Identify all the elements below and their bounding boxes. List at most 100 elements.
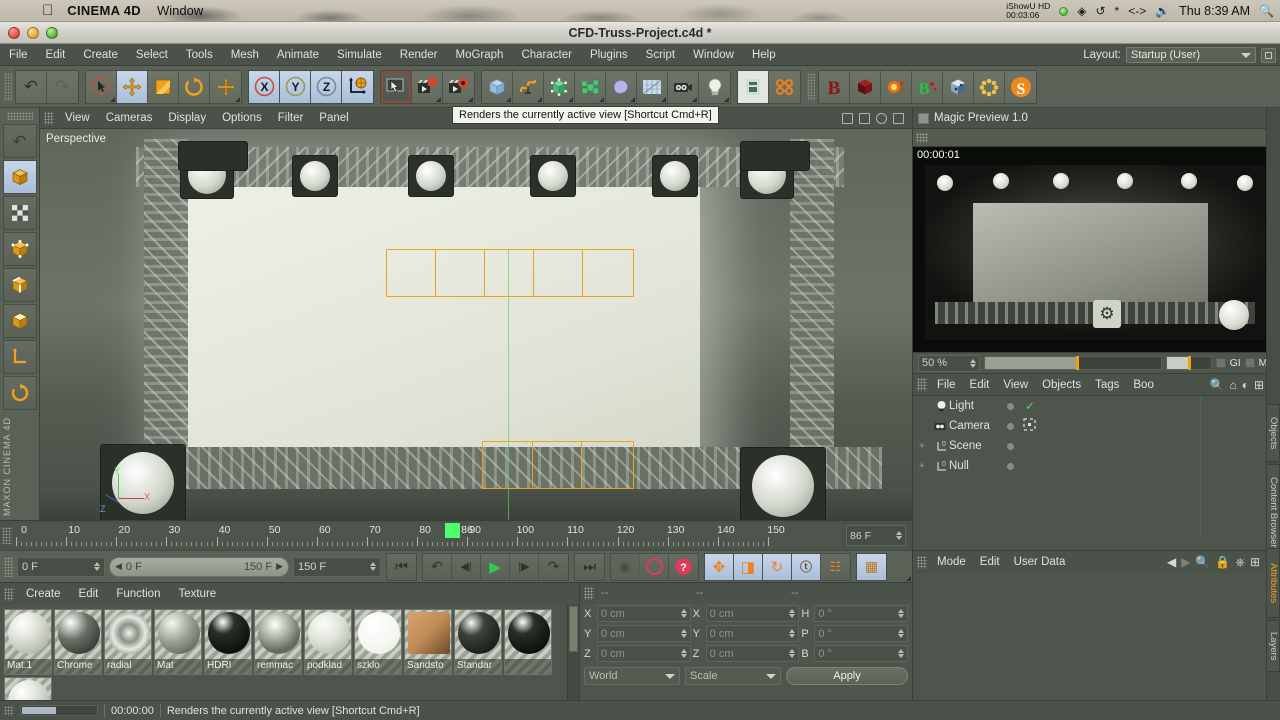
magic-preview-grip[interactable] xyxy=(916,132,928,143)
mr-checkbox[interactable] xyxy=(1244,358,1255,368)
record-active-objects-icon[interactable]: ◉ xyxy=(611,553,640,580)
pos-z-field[interactable]: 0 cm xyxy=(597,645,691,662)
redo-icon[interactable]: ↷ xyxy=(47,70,78,103)
range-right-arrow-icon[interactable]: ▶ xyxy=(276,561,283,572)
range-left-arrow-icon[interactable]: ◀ xyxy=(115,561,122,572)
parameter-key-icon[interactable]: ⓣ xyxy=(792,553,821,580)
next-key-icon[interactable]: ↷ xyxy=(539,553,568,580)
plugin-greenb-icon[interactable]: B xyxy=(912,70,943,103)
material-swatch[interactable]: Mat.1 xyxy=(4,609,52,675)
size-x-field[interactable]: 0 cm xyxy=(705,605,800,622)
undo-palette-icon[interactable]: ↶ xyxy=(2,124,37,158)
menu-mesh[interactable]: Mesh xyxy=(222,49,268,61)
material-menu-edit[interactable]: Edit xyxy=(70,588,108,600)
menu-window[interactable]: Window xyxy=(684,49,743,61)
object-menu-view[interactable]: View xyxy=(996,379,1035,391)
menu-select[interactable]: Select xyxy=(127,49,177,61)
gi-checkbox[interactable] xyxy=(1215,358,1226,368)
viewport-menu-filter[interactable]: Filter xyxy=(270,112,312,124)
timeline-ruler[interactable]: 86 0 10 20 30 40 50 60 70 80 90 100 110 120 130 140 150 xyxy=(12,523,842,548)
material-swatch[interactable]: podklad xyxy=(304,609,352,675)
preview-range-slider[interactable]: ◀ 0 F 150 F ▶ xyxy=(109,556,289,577)
preview-zoom-field[interactable]: 50 % xyxy=(918,354,980,372)
scale-key-icon[interactable]: ◨ xyxy=(734,553,763,580)
side-tab-attributes[interactable]: Attributes xyxy=(1266,548,1280,618)
apply-button[interactable]: Apply xyxy=(786,667,908,685)
coordinate-mode-select[interactable]: Scale xyxy=(685,667,781,685)
back-arrow-icon[interactable]: ◀ xyxy=(1167,555,1176,569)
pan-view-icon[interactable] xyxy=(842,112,853,124)
material-swatch[interactable]: HDRI xyxy=(204,609,252,675)
move-tool-icon[interactable] xyxy=(117,70,148,103)
attribute-menu-edit[interactable]: Edit xyxy=(973,556,1007,568)
material-scrollbar[interactable] xyxy=(567,605,579,700)
material-swatch[interactable]: Standar xyxy=(454,609,502,675)
rotation-key-icon[interactable]: ↻ xyxy=(763,553,792,580)
home-icon[interactable]: ⌂ xyxy=(1229,378,1236,392)
green-dot-icon[interactable] xyxy=(1059,6,1069,16)
stepper-icon[interactable] xyxy=(896,531,902,540)
visibility-dot[interactable] xyxy=(1007,462,1014,470)
material-swatch[interactable]: szklo xyxy=(354,609,402,675)
attribute-menu-mode[interactable]: Mode xyxy=(930,556,973,568)
play-icon[interactable]: ▶ xyxy=(481,553,510,580)
enable-axis-icon[interactable] xyxy=(2,376,37,410)
preview-secondary-slider[interactable] xyxy=(1165,356,1212,370)
volume-icon[interactable]: 🔊 xyxy=(1155,4,1170,18)
undo-icon[interactable]: ↶ xyxy=(16,70,47,103)
add-icon[interactable]: ⊞ xyxy=(1250,555,1260,569)
maximize-view-icon[interactable] xyxy=(893,112,904,124)
object-menu-file[interactable]: File xyxy=(930,379,963,391)
toolbar-grip-2[interactable] xyxy=(807,72,815,101)
stepper-icon[interactable] xyxy=(94,562,100,571)
texture-mode-icon[interactable] xyxy=(2,196,37,230)
menu-character[interactable]: Character xyxy=(512,49,581,61)
size-y-field[interactable]: 0 cm xyxy=(705,625,800,642)
object-menu-bookmarks[interactable]: Boo xyxy=(1126,379,1160,391)
material-menu-function[interactable]: Function xyxy=(107,588,169,600)
timeline-icon[interactable]: ▦ xyxy=(857,553,886,580)
eye-icon[interactable]: ◐ xyxy=(1242,378,1249,392)
cube-primitive-icon[interactable] xyxy=(482,70,513,103)
autokeying-icon[interactable] xyxy=(640,553,669,580)
dropbox-icon[interactable]: ◈ xyxy=(1077,4,1086,18)
menu-mograph[interactable]: MoGraph xyxy=(447,49,513,61)
position-key-icon[interactable]: ✥ xyxy=(705,553,734,580)
step-back-icon[interactable]: ◀| xyxy=(452,553,481,580)
pos-x-field[interactable]: 0 cm xyxy=(597,605,691,622)
go-to-end-icon[interactable]: ⏭ xyxy=(575,553,604,580)
menu-file[interactable]: File xyxy=(0,49,37,61)
os-menu-window[interactable]: Window xyxy=(157,3,203,18)
menu-script[interactable]: Script xyxy=(637,49,684,61)
polygons-mode-icon[interactable] xyxy=(2,304,37,338)
coordinate-grip[interactable] xyxy=(584,586,594,600)
plugin-explosia-icon[interactable] xyxy=(881,70,912,103)
model-mode-icon[interactable] xyxy=(2,160,37,194)
magic-preview-render[interactable]: 00:00:01 ⚙ xyxy=(913,147,1279,352)
layout-select[interactable]: Startup (User) xyxy=(1126,47,1256,63)
viewport-menu-display[interactable]: Display xyxy=(160,112,214,124)
material-swatch[interactable]: Mat xyxy=(154,609,202,675)
material-swatch[interactable]: Sandsto xyxy=(404,609,452,675)
material-swatch[interactable]: Chrome xyxy=(54,609,102,675)
check-tag-icon[interactable]: ✓ xyxy=(1025,399,1035,413)
plugin-redcube-icon[interactable] xyxy=(850,70,881,103)
previous-key-icon[interactable]: ↶ xyxy=(423,553,452,580)
material-swatch[interactable] xyxy=(4,677,52,701)
status-grip[interactable] xyxy=(4,705,14,716)
dynamic-place-icon[interactable] xyxy=(210,70,241,103)
tree-expand-scene[interactable]: + xyxy=(919,441,933,452)
add-icon[interactable]: ⊞ xyxy=(1254,378,1264,392)
go-to-start-icon[interactable]: ⏮ xyxy=(387,553,416,580)
side-tab-content-browser[interactable]: Content Browser xyxy=(1266,464,1280,560)
preview-quality-slider[interactable] xyxy=(984,356,1162,370)
spline-pen-icon[interactable] xyxy=(513,70,544,103)
viewport-menu-view[interactable]: View xyxy=(57,112,98,124)
layout-manager-icon[interactable] xyxy=(1261,47,1276,63)
menu-help[interactable]: Help xyxy=(743,49,785,61)
palette-grip[interactable] xyxy=(6,112,33,120)
points-mode-icon[interactable] xyxy=(2,232,37,266)
search-icon[interactable]: 🔍 xyxy=(1195,555,1210,569)
camera-icon[interactable] xyxy=(668,70,699,103)
axis-y-icon[interactable]: Y xyxy=(280,70,311,103)
